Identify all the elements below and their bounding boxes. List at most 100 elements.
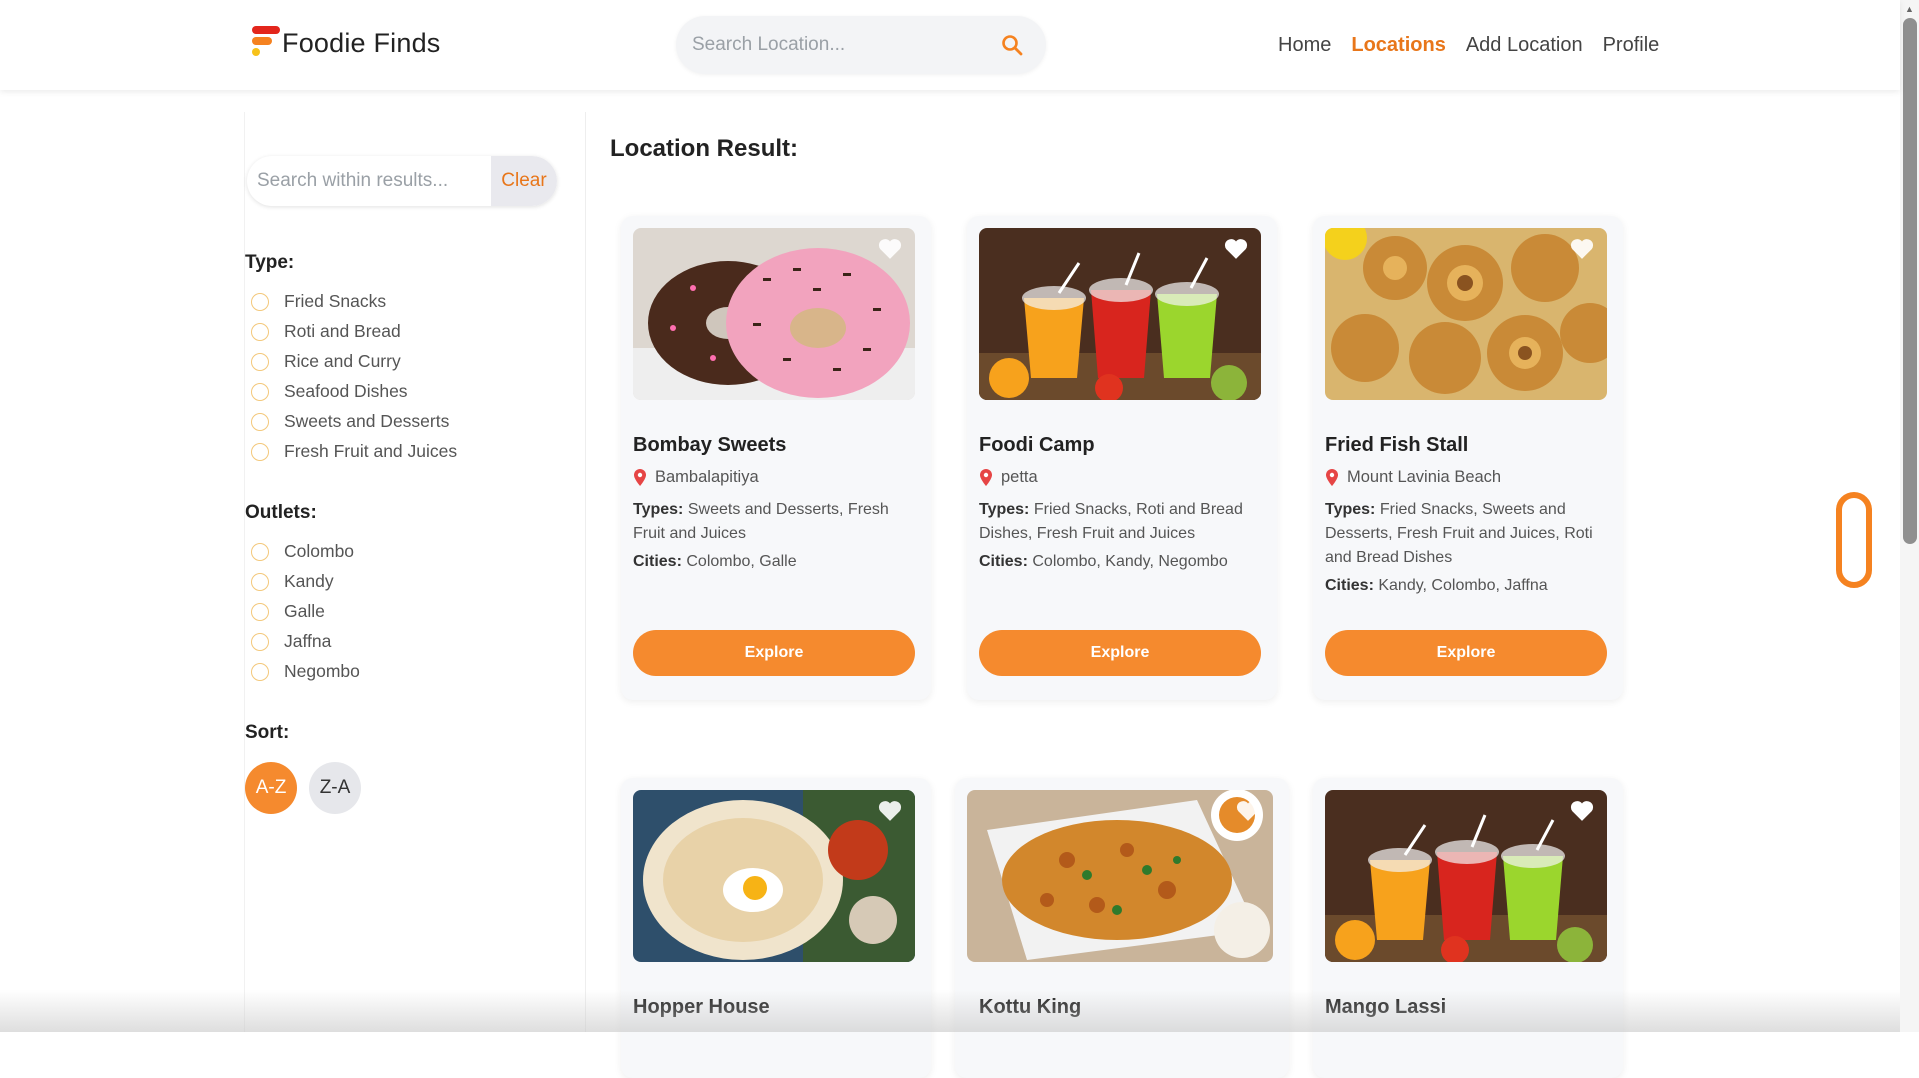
outlet-option[interactable]: Kandy [251,571,334,592]
location-search-input[interactable] [692,34,992,56]
main-nav: Home Locations Add Location Profile [1278,34,1659,57]
types-label: Types: [979,501,1030,518]
card-location: Bambalapitiya [633,468,759,487]
radio-button[interactable] [251,662,269,681]
location-card: Kottu King [955,778,1289,1078]
sort-za-button[interactable]: Z-A [309,762,361,814]
donuts-image [633,228,915,400]
location-pin-icon [980,468,992,486]
favorite-heart-icon[interactable] [877,236,903,260]
location-text: Bambalapitiya [655,468,759,486]
explore-button[interactable]: Explore [979,630,1261,676]
type-option[interactable]: Sweets and Desserts [251,411,449,432]
card-title: Hopper House [633,996,770,1018]
location-card: Hopper House [621,778,931,1078]
types-label: Types: [1325,501,1376,518]
card-image [1325,790,1607,962]
location-text: petta [1001,468,1038,486]
sort-az-button[interactable]: A-Z [245,762,297,814]
option-label: Seafood Dishes [284,381,408,401]
outlet-option[interactable]: Jaffna [251,631,331,652]
cities-value: Colombo, Kandy, Negombo [1032,553,1228,570]
card-cities: Cities: Colombo, Galle [633,550,913,574]
radio-button[interactable] [251,352,269,371]
card-title: Bombay Sweets [633,434,787,456]
cities-label: Cities: [633,553,682,570]
juices-image [979,228,1261,400]
sort-title: Sort: [245,722,290,743]
card-title: Fried Fish Stall [1325,434,1469,456]
type-option[interactable]: Fried Snacks [251,291,386,312]
explore-button[interactable]: Explore [633,630,915,676]
radio-button[interactable] [251,292,269,311]
top-header: Foodie Finds Home Locations Add Location… [0,0,1900,90]
card-types: Types: Sweets and Desserts, Fresh Fruit … [633,498,913,546]
option-label: Fresh Fruit and Juices [284,441,458,461]
scrollbar-thumb[interactable] [1903,18,1917,544]
location-text: Mount Lavinia Beach [1347,468,1502,486]
card-image [967,790,1273,962]
option-label: Fried Snacks [284,291,387,311]
radio-button[interactable] [251,382,269,401]
card-image [1325,228,1607,400]
outlet-option[interactable]: Colombo [251,541,354,562]
results-search: Clear [247,156,557,206]
nav-profile[interactable]: Profile [1603,34,1660,57]
card-cities: Cities: Colombo, Kandy, Negombo [979,550,1259,574]
favorite-heart-icon[interactable] [1223,236,1249,260]
radio-button[interactable] [251,602,269,621]
option-label: Roti and Bread [284,321,401,341]
radio-button[interactable] [251,632,269,651]
type-option[interactable]: Roti and Bread [251,321,401,342]
card-cities: Cities: Kandy, Colombo, Jaffna [1325,574,1605,598]
radio-button[interactable] [251,442,269,461]
types-label: Types: [633,501,684,518]
results-title: Location Result: [610,135,799,162]
app-logo[interactable]: Foodie Finds [250,26,440,60]
favorite-heart-icon[interactable] [1235,798,1261,822]
favorite-heart-icon[interactable] [877,798,903,822]
outlet-option[interactable]: Negombo [251,661,360,682]
juices-image [1325,790,1607,962]
cities-value: Colombo, Galle [686,553,797,570]
scroll-up-arrow-icon[interactable]: ▲ [1905,4,1915,14]
card-location: petta [979,468,1038,487]
radio-button[interactable] [251,572,269,591]
favorite-heart-icon[interactable] [1569,236,1595,260]
radio-button[interactable] [251,542,269,561]
card-title: Mango Lassi [1325,996,1447,1018]
results-search-input[interactable] [257,170,497,192]
card-image [633,228,915,400]
type-option[interactable]: Seafood Dishes [251,381,408,402]
card-image [633,790,915,962]
explore-button[interactable]: Explore [1325,630,1607,676]
nav-add-location[interactable]: Add Location [1466,34,1583,57]
location-card: Fried Fish Stall Mount Lavinia Beach Typ… [1313,216,1623,700]
filter-sidebar: Clear Type: Fried Snacks Roti and Bread … [244,112,586,1032]
favorite-heart-icon[interactable] [1569,798,1595,822]
hopper-image [633,790,915,962]
page-scrollbar[interactable]: ▲ [1900,0,1919,1032]
type-filter-title: Type: [245,252,295,273]
radio-button[interactable] [251,412,269,431]
radio-button[interactable] [251,322,269,341]
card-types: Types: Fried Snacks, Sweets and Desserts… [1325,498,1605,570]
type-option[interactable]: Fresh Fruit and Juices [251,441,457,462]
logo-icon [250,26,282,60]
option-label: Jaffna [284,631,332,651]
type-option[interactable]: Rice and Curry [251,351,401,372]
option-label: Sweets and Desserts [284,411,450,431]
nav-home[interactable]: Home [1278,34,1331,57]
card-location: Mount Lavinia Beach [1325,468,1501,487]
option-label: Kandy [284,571,334,591]
logo-text: Foodie Finds [282,27,441,58]
outlet-option[interactable]: Galle [251,601,325,622]
location-card: Mango Lassi [1313,778,1623,1078]
location-search-bar [676,16,1046,74]
location-card: Foodi Camp petta Types: Fried Snacks, Ro… [967,216,1277,700]
clear-button[interactable]: Clear [491,156,557,206]
option-label: Galle [284,601,325,621]
search-icon[interactable] [1000,33,1024,57]
nav-locations[interactable]: Locations [1351,34,1445,57]
option-label: Colombo [284,541,355,561]
